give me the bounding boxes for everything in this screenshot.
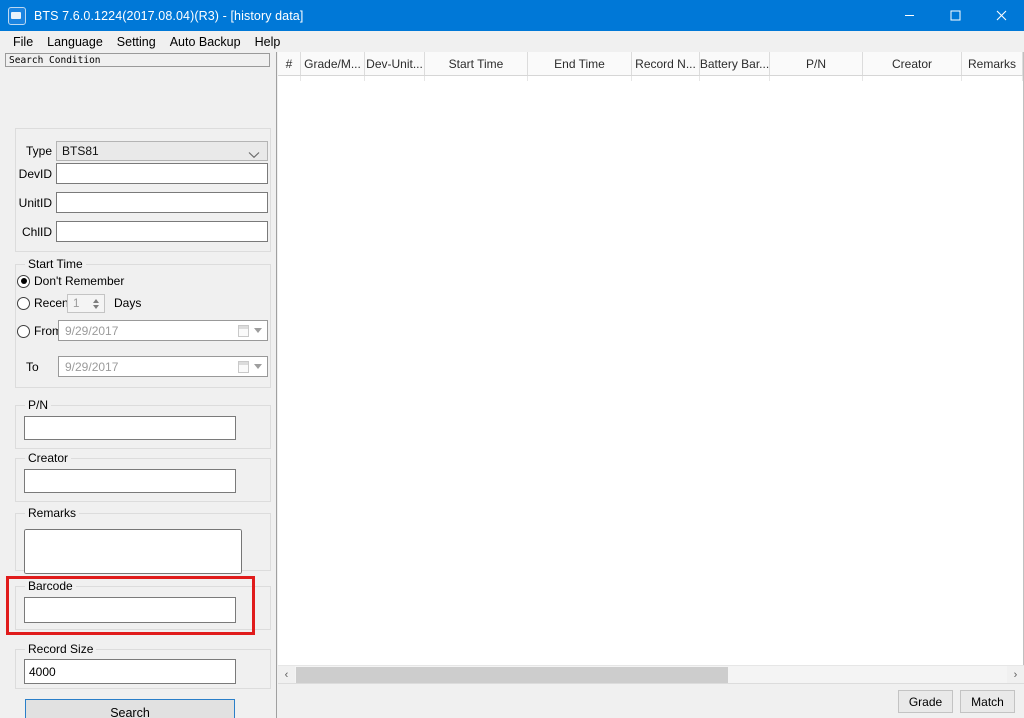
grid-column-header[interactable]: End Time — [528, 52, 632, 75]
unit-id-input[interactable] — [56, 192, 268, 213]
pn-group-label: P/N — [25, 398, 52, 412]
to-date-picker[interactable]: 9/29/2017 — [58, 356, 268, 377]
chevron-down-icon — [254, 364, 263, 369]
type-value: BTS81 — [62, 144, 99, 158]
search-button[interactable]: Search — [25, 699, 235, 718]
radio-from[interactable]: From — [17, 324, 62, 338]
pn-input[interactable] — [24, 416, 236, 440]
grid-column-body — [365, 76, 425, 81]
grid-column-header[interactable]: Dev-Unit... — [365, 52, 425, 75]
dev-id-input[interactable] — [56, 163, 268, 184]
barcode-group-label: Barcode — [25, 579, 76, 593]
grid-column-body — [528, 76, 632, 81]
creator-input[interactable] — [24, 469, 236, 493]
menu-item-file[interactable]: File — [6, 33, 40, 51]
to-date-dropdown[interactable] — [235, 359, 265, 374]
calendar-icon — [237, 324, 249, 337]
radio-circle-icon — [17, 296, 30, 310]
grid-column-body — [770, 76, 863, 81]
recent-days-unit-label: Days — [114, 296, 142, 310]
grid-column-header[interactable]: Remarks — [962, 52, 1023, 75]
title-bar: BTS 7.6.0.1224(2017.08.04)(R3) - [histor… — [0, 0, 1024, 31]
match-button[interactable]: Match — [960, 690, 1015, 713]
radio-dont-remember[interactable]: Don't Remember — [17, 274, 124, 288]
grid-column-header[interactable]: Grade/M... — [301, 52, 365, 75]
scrollbar-thumb[interactable] — [296, 666, 728, 683]
recent-days-stepper[interactable]: 1 — [67, 294, 105, 313]
maximize-icon[interactable] — [932, 0, 978, 31]
creator-group-label: Creator — [25, 451, 72, 465]
menu-item-language[interactable]: Language — [40, 33, 110, 51]
scroll-right-icon[interactable]: › — [1007, 666, 1024, 684]
menu-bar: File Language Setting Auto Backup Help — [0, 31, 1024, 52]
remarks-group-label: Remarks — [25, 506, 80, 520]
history-data-grid: # Grade/M... Dev-Unit... Start Time End Time… — [278, 52, 1024, 665]
grid-column-body — [425, 76, 528, 81]
grid-column-body — [301, 76, 365, 81]
menu-item-help[interactable]: Help — [248, 33, 288, 51]
from-date-value: 9/29/2017 — [65, 323, 119, 338]
grid-column-body — [632, 76, 700, 81]
stepper-arrows-icon[interactable] — [89, 295, 103, 312]
grid-column-header[interactable]: Creator — [863, 52, 962, 75]
grid-column-body — [863, 76, 962, 81]
ch-id-label: ChlID — [21, 225, 52, 239]
grid-body — [278, 76, 1023, 664]
minimize-icon[interactable] — [886, 0, 932, 31]
grid-horizontal-scrollbar[interactable]: ‹ › — [278, 665, 1024, 684]
radio-dot-icon — [17, 274, 30, 288]
record-size-input[interactable] — [24, 659, 236, 684]
search-condition-caption: Search Condition — [5, 53, 270, 67]
scrollbar-track[interactable] — [295, 665, 1007, 684]
dev-id-label: DevID — [18, 167, 52, 181]
application-window: BTS 7.6.0.1224(2017.08.04)(R3) - [histor… — [0, 0, 1024, 718]
scroll-left-icon[interactable]: ‹ — [278, 666, 295, 684]
calendar-icon — [237, 360, 249, 373]
menu-item-auto-backup[interactable]: Auto Backup — [163, 33, 248, 51]
remarks-input[interactable] — [24, 529, 242, 574]
bts-app-icon — [8, 6, 26, 25]
to-date-value: 9/29/2017 — [65, 359, 119, 374]
start-time-group-label: Start Time — [25, 257, 86, 271]
grid-column-header[interactable]: P/N — [770, 52, 863, 75]
grid-column-body — [278, 76, 301, 81]
grid-header-row: # Grade/M... Dev-Unit... Start Time End Time… — [278, 52, 1023, 76]
window-controls — [886, 0, 1024, 31]
grade-button[interactable]: Grade — [898, 690, 953, 713]
to-date-label: To — [26, 360, 39, 374]
radio-recent[interactable]: Recent — [17, 296, 72, 310]
grid-column-header[interactable]: # — [278, 52, 301, 75]
radio-dont-remember-label: Don't Remember — [34, 274, 125, 288]
grid-column-header[interactable]: Start Time — [425, 52, 528, 75]
from-date-dropdown[interactable] — [235, 323, 265, 338]
type-select[interactable]: BTS81 — [56, 141, 268, 161]
from-date-picker[interactable]: 9/29/2017 — [58, 320, 268, 341]
type-label: Type — [25, 144, 52, 158]
grid-column-body — [962, 76, 1023, 81]
grid-column-header[interactable]: Battery Bar... — [700, 52, 770, 75]
recent-days-value: 1 — [73, 297, 80, 310]
chevron-down-icon — [248, 146, 260, 164]
record-size-group-label: Record Size — [25, 642, 97, 656]
unit-id-label: UnitID — [18, 196, 52, 210]
grid-column-header[interactable]: Record N... — [632, 52, 700, 75]
menu-item-setting[interactable]: Setting — [110, 33, 163, 51]
ch-id-input[interactable] — [56, 221, 268, 242]
chevron-down-icon — [254, 328, 263, 333]
search-condition-panel: Search Condition Type BTS81 DevID UnitID… — [0, 52, 277, 718]
close-icon[interactable] — [978, 0, 1024, 31]
window-title: BTS 7.6.0.1224(2017.08.04)(R3) - [histor… — [34, 8, 304, 23]
radio-circle-icon — [17, 324, 30, 338]
barcode-input[interactable] — [24, 597, 236, 623]
grid-column-body — [700, 76, 770, 81]
status-bar: Grade Match — [278, 683, 1024, 718]
